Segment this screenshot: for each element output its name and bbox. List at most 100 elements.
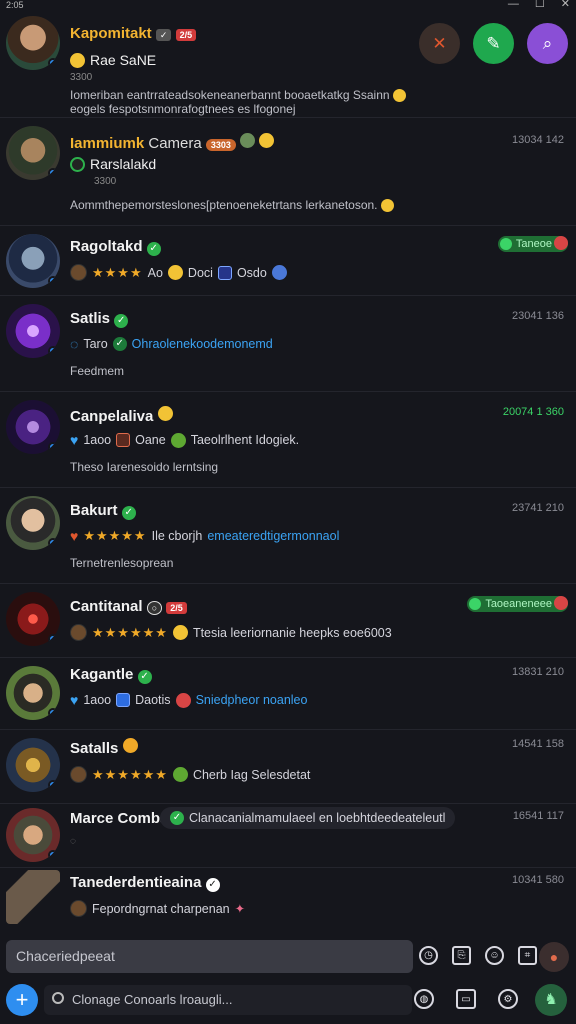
fire-icon: ♥ (70, 528, 79, 544)
screen-icon[interactable]: ▭ (456, 989, 476, 1009)
shield-icon: ✓ (112, 337, 127, 351)
sender-name[interactable]: Kagantle ✓ (70, 666, 152, 684)
mic-button[interactable]: ● (539, 942, 569, 972)
sender-name[interactable]: Ragoltakd ✓ (70, 238, 161, 256)
avatar[interactable] (6, 234, 60, 288)
message-link[interactable]: Ohraolenekoodemonemd (132, 337, 273, 351)
message-item[interactable]: Canpelaliva 20074 1 360 ♥ 1aoo Oane Taeo… (0, 392, 576, 488)
heart-icon: ♥ (70, 432, 79, 448)
message-item[interactable]: Cantitanal ○ 2/5 Taoeaneneee ★★★★★★ Ttes… (0, 584, 576, 658)
search-placeholder: Clonage Conoarls lroaugli... (72, 992, 233, 1007)
message-link[interactable]: Sniedpheor noanleo (196, 693, 308, 707)
message-item[interactable]: Marce Combas ✓ Clanacanialmamulaeel en l… (0, 804, 576, 868)
message-item[interactable]: Tanederdentieaina ✓ 10341 580 Fepordngrn… (0, 868, 576, 934)
attach-icon[interactable]: ⎘ (452, 946, 471, 965)
verified-icon: ✓ (155, 29, 172, 41)
avatar[interactable] (6, 304, 60, 358)
rank-badge: 2/5 (175, 29, 197, 41)
online-indicator (48, 780, 58, 790)
bot-button[interactable]: ♞ (535, 984, 567, 1016)
online-indicator (48, 850, 58, 860)
message-input[interactable]: Chaceriedpeeat (6, 940, 413, 973)
sender-name[interactable]: Cantitanal ○ 2/5 (70, 598, 187, 615)
message-item[interactable]: Ragoltakd ✓ Taneoe ★★★★ Ao Doci Osdo (0, 226, 576, 296)
message-bubble[interactable]: ✓ Clanacanialmamulaeel en loebhtdeedeate… (160, 807, 456, 829)
message-input-placeholder: Chaceriedpeeat (16, 948, 115, 964)
message-line: Daotis (135, 693, 171, 707)
sender-name-text: Ragoltakd (70, 238, 143, 255)
avatar[interactable] (6, 16, 60, 70)
coin-icon (70, 52, 85, 68)
settings-icon[interactable]: ⚙ (498, 989, 518, 1009)
reaction-line: ♥ 1aoo Daotis Sniedpheor noanleo (70, 692, 307, 708)
sender-name-text: Kapomitakt (70, 25, 152, 42)
sender-name[interactable]: Kapomitakt ✓ 2/5 (70, 25, 197, 42)
message-item[interactable]: Kagantle ✓ 13831 210 ♥ 1aoo Daotis Snied… (0, 658, 576, 730)
frog-icon (170, 432, 186, 448)
sender-name[interactable]: Canpelaliva (70, 406, 173, 425)
avatar[interactable] (6, 400, 60, 454)
mic-icon: ● (549, 949, 559, 965)
status-dot-icon (499, 238, 512, 250)
reaction-line: ★★★★★★ Cherb Iag Selesdetat (70, 766, 310, 783)
reply-icon[interactable]: ◌ (70, 836, 76, 847)
online-indicator (48, 538, 58, 548)
message-text: Feedmem (70, 364, 125, 378)
verified-icon: ✓ (114, 314, 129, 328)
sender-name[interactable]: Satalls (70, 738, 138, 757)
avatar[interactable] (6, 808, 60, 862)
message-item[interactable]: Iammiumk Camera 3303 13034 142 Rarslalak… (0, 118, 576, 226)
message-feed[interactable]: Kapomitakt ✓ 2/5 Rae SaNE 3300 Iomeriban… (0, 8, 576, 936)
smile-icon (157, 406, 173, 421)
star-rating-icon: ★★★★★ (83, 528, 147, 543)
sender-name[interactable]: Iammiumk Camera 3303 (70, 133, 275, 152)
message-text: Ternetrenlesoprean (70, 556, 174, 570)
sender-name[interactable]: Tanederdentieaina ✓ (70, 874, 220, 892)
search-input[interactable]: Clonage Conoarls lroaugli... (44, 985, 412, 1015)
sender-name-text: Bakurt (70, 502, 118, 519)
bolt-icon: ✓ (205, 878, 220, 892)
message-item[interactable]: Satalls 14541 158 ★★★★★★ Cherb Iag Seles… (0, 730, 576, 804)
mini-avatar (70, 264, 87, 281)
location-icon[interactable]: ◍ (414, 989, 434, 1009)
reaction-line: ◌ Taro ✓ Ohraolenekoodemonemd (70, 336, 273, 352)
smile-icon (167, 265, 183, 280)
message-item[interactable]: Kapomitakt ✓ 2/5 Rae SaNE 3300 Iomeriban… (0, 8, 576, 118)
message-line: 1aoo (83, 433, 112, 447)
timestamp: 13034 142 (512, 134, 564, 146)
status-badge[interactable]: Taneoe (497, 236, 568, 252)
smile-icon (259, 133, 275, 148)
avatar-mini-icon (240, 133, 256, 148)
drone-avatar[interactable] (6, 870, 60, 924)
add-button[interactable]: + (6, 984, 38, 1016)
message-line: Ttesia leeriornanie heepks eoe6003 (192, 625, 392, 640)
message-line: Osdo (236, 265, 267, 280)
timestamp: 23741 210 (512, 502, 564, 514)
message-line: Taeolrlhent Idogiek. (190, 433, 300, 447)
avatar[interactable] (6, 592, 60, 646)
mini-avatar (70, 624, 87, 641)
message-item[interactable]: Bakurt ✓ 23741 210 ♥ ★★★★★ Ile cborjh em… (0, 488, 576, 584)
rank-badge: 2/5 (166, 602, 187, 614)
composer-tools: ◷ ⎘ ☺ ⌗ (419, 946, 537, 965)
status-badge[interactable]: Taoeaneneee (467, 596, 568, 612)
sender-name-text: Cantitanal (70, 598, 143, 615)
avatar[interactable] (6, 738, 60, 792)
timestamp: 16541 117 (512, 810, 564, 822)
avatar[interactable] (6, 126, 60, 180)
message-text: Aommthepemorsteslones[ptenoeneketrtans l… (70, 198, 394, 213)
sticker-icon[interactable]: ⌗ (518, 946, 537, 965)
timestamp: 23041 136 (512, 310, 564, 322)
timer-icon (70, 156, 85, 172)
avatar[interactable] (6, 496, 60, 550)
message-line: Fepordngrnat charpenan (92, 901, 230, 916)
sender-name[interactable]: Bakurt ✓ (70, 502, 136, 520)
message-item[interactable]: Satlis ✓ 23041 136 ◌ Taro ✓ Ohraolenekoo… (0, 296, 576, 392)
emoji-icon[interactable]: ☺ (485, 946, 504, 965)
online-indicator (48, 346, 58, 356)
message-link[interactable]: emeateredtigermonnaol (207, 529, 339, 543)
clock-icon[interactable]: ◷ (419, 946, 438, 965)
face-icon (175, 692, 191, 708)
avatar[interactable] (6, 666, 60, 720)
sender-name[interactable]: Satlis ✓ (70, 310, 129, 328)
